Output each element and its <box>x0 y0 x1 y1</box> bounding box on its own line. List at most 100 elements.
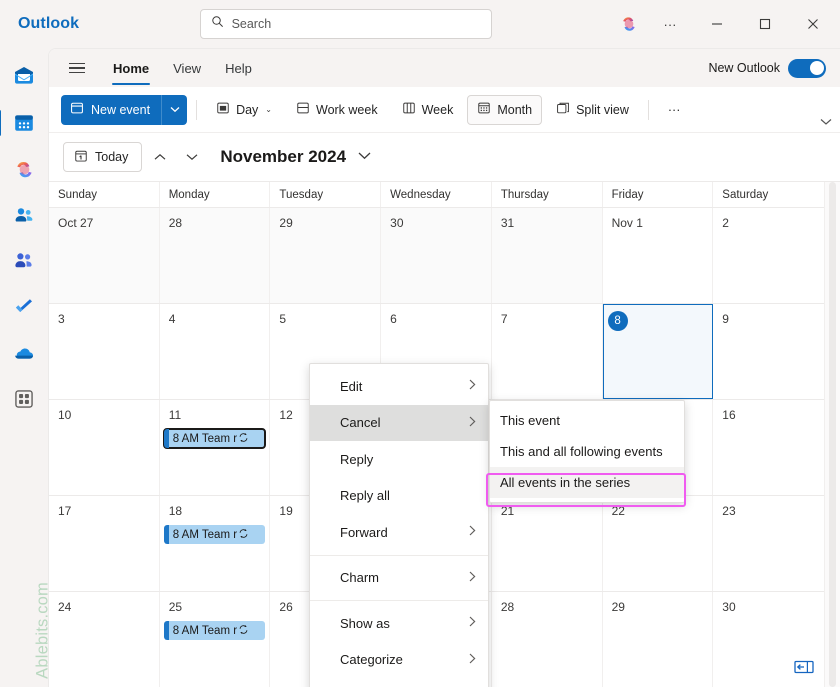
submenu-item-all-events-in-the-series[interactable]: All events in the series <box>490 467 684 498</box>
day-header-wednesday: Wednesday <box>381 182 492 207</box>
submenu-item-label: This event <box>500 413 560 428</box>
calendar-day-cell[interactable]: 24 <box>49 592 160 687</box>
calendar-day-cell[interactable]: 28 <box>159 208 271 303</box>
view-month-button[interactable]: Month <box>467 94 543 125</box>
calendar-day-cell[interactable]: 4 <box>160 304 271 399</box>
calendar-day-cell[interactable]: 31 <box>491 208 603 303</box>
submenu-item-this-and-all-following-events[interactable]: This and all following events <box>490 436 684 467</box>
calendar-day-cell[interactable]: 21 <box>492 496 603 591</box>
ribbon-expand-chevron-icon[interactable] <box>820 118 832 128</box>
split-view-label: Split view <box>576 102 629 117</box>
calendar-day-cell[interactable]: 2 <box>713 208 824 303</box>
search-icon <box>211 15 224 33</box>
calendar-day-cell[interactable]: 3 <box>49 304 160 399</box>
context-menu-item-show-as[interactable]: Show as <box>310 605 488 642</box>
copilot-icon[interactable] <box>612 7 646 41</box>
calendar-day-cell[interactable]: 29 <box>270 208 382 303</box>
tab-home[interactable]: Home <box>103 53 159 85</box>
split-pane-toggle-button[interactable] <box>790 655 818 679</box>
hamburger-icon[interactable] <box>61 53 93 83</box>
day-header-saturday: Saturday <box>722 188 769 201</box>
search-box[interactable] <box>199 9 492 39</box>
copilot-icon <box>16 161 32 177</box>
new-outlook-label: New Outlook <box>708 61 780 75</box>
calendar-day-cell[interactable]: 23 <box>713 496 824 591</box>
context-menu-item-reply-all[interactable]: Reply all <box>310 478 488 515</box>
context-menu-item-charm[interactable]: Charm <box>310 560 488 597</box>
command-bar: New event Day ⌄ Work week Week Month Spl… <box>49 87 840 133</box>
calendar-day-cell[interactable]: 29 <box>603 592 714 687</box>
rail-item-copilot[interactable] <box>4 150 44 188</box>
view-week-button[interactable]: Week <box>392 95 464 125</box>
today-button[interactable]: Today <box>63 142 143 172</box>
window-maximize-button[interactable] <box>742 4 788 44</box>
previous-period-button[interactable] <box>146 143 174 171</box>
week-view-icon <box>402 101 416 118</box>
tab-help[interactable]: Help <box>215 53 262 83</box>
window-minimize-button[interactable] <box>694 4 740 44</box>
rail-item-apps[interactable] <box>4 380 44 418</box>
calendar-day-cell[interactable]: 30 <box>381 208 492 303</box>
titlebar-more-button[interactable]: ··· <box>648 7 692 41</box>
rail-item-people[interactable] <box>4 196 44 234</box>
calendar-day-cell[interactable]: 18 8 AM Team r <box>160 496 271 591</box>
window-close-button[interactable] <box>790 4 836 44</box>
month-picker-chevron-icon[interactable] <box>358 151 371 163</box>
view-day-button[interactable]: Day ⌄ <box>206 95 282 125</box>
calendar-day-cell[interactable]: 8 <box>602 304 714 399</box>
rail-item-teams[interactable] <box>4 242 44 280</box>
rail-item-to-do[interactable] <box>4 288 44 326</box>
context-menu-item-cancel[interactable]: Cancel <box>310 404 488 441</box>
calendar-event-chip[interactable]: 8 AM Team r <box>163 525 266 544</box>
month-title[interactable]: November 2024 <box>220 147 346 167</box>
context-menu-item-edit[interactable]: Edit <box>310 368 488 405</box>
context-menu-item-forward[interactable]: Forward <box>310 514 488 551</box>
new-event-dropdown-button[interactable] <box>161 94 188 125</box>
day-view-icon <box>216 101 230 118</box>
calendar-event-chip[interactable]: 8 AM Team r <box>162 428 267 449</box>
calendar-day-cell[interactable]: 7 <box>492 304 603 399</box>
calendar-event-icon <box>70 101 84 118</box>
view-day-label: Day <box>236 102 259 117</box>
event-title: 8 AM Team r <box>172 432 238 445</box>
context-menu-item-categorize[interactable]: Categorize <box>310 642 488 679</box>
calendar-day-cell[interactable]: Nov 1 <box>603 208 714 303</box>
day-number: 17 <box>58 504 72 518</box>
rail-item-onedrive[interactable] <box>4 334 44 372</box>
new-outlook-area: New Outlook <box>708 58 840 78</box>
chevron-right-icon <box>469 416 476 430</box>
day-number: 23 <box>722 504 736 518</box>
context-menu-item-reply[interactable]: Reply <box>310 441 488 478</box>
rail-item-mail[interactable] <box>4 58 44 96</box>
calendar-day-cell[interactable]: 11 8 AM Team r <box>160 400 271 495</box>
outlook-window: Outlook Search ··· Ablebits.com Home Vie… <box>0 0 840 687</box>
calendar-day-cell[interactable]: 16 <box>713 400 824 495</box>
day-number: 9 <box>722 312 729 326</box>
search-input[interactable] <box>231 17 481 31</box>
view-work-week-button[interactable]: Work week <box>286 95 388 125</box>
chevron-down-icon <box>170 107 180 113</box>
cloud-icon <box>15 348 33 359</box>
calendar-day-cell[interactable]: 22 <box>603 496 714 591</box>
calendar-day-cell[interactable]: 17 <box>49 496 160 591</box>
calendar-day-cell[interactable]: 10 <box>49 400 160 495</box>
calendar-day-cell[interactable]: 25 8 AM Team r <box>160 592 271 687</box>
context-menu-item-private[interactable]: Private <box>310 678 488 687</box>
command-overflow-button[interactable]: ··· <box>658 95 691 125</box>
context-menu-separator <box>310 554 488 556</box>
split-view-button[interactable]: Split view <box>546 95 639 125</box>
calendar-day-cell[interactable]: Oct 27 <box>49 208 160 303</box>
new-event-button[interactable]: New event <box>61 94 162 125</box>
scrollbar-thumb[interactable] <box>829 182 836 687</box>
split-view-icon <box>556 101 570 118</box>
calendar-day-cell[interactable]: 9 <box>713 304 824 399</box>
calendar-scrollbar[interactable] <box>824 182 840 687</box>
tab-view[interactable]: View <box>163 53 211 83</box>
next-period-button[interactable] <box>178 143 206 171</box>
calendar-event-chip[interactable]: 8 AM Team r <box>163 621 266 640</box>
calendar-day-cell[interactable]: 28 <box>492 592 603 687</box>
submenu-item-this-event[interactable]: This event <box>490 405 684 436</box>
context-menu-item-label: Forward <box>340 524 388 540</box>
rail-item-calendar[interactable] <box>0 104 44 142</box>
new-outlook-toggle[interactable] <box>788 58 826 78</box>
